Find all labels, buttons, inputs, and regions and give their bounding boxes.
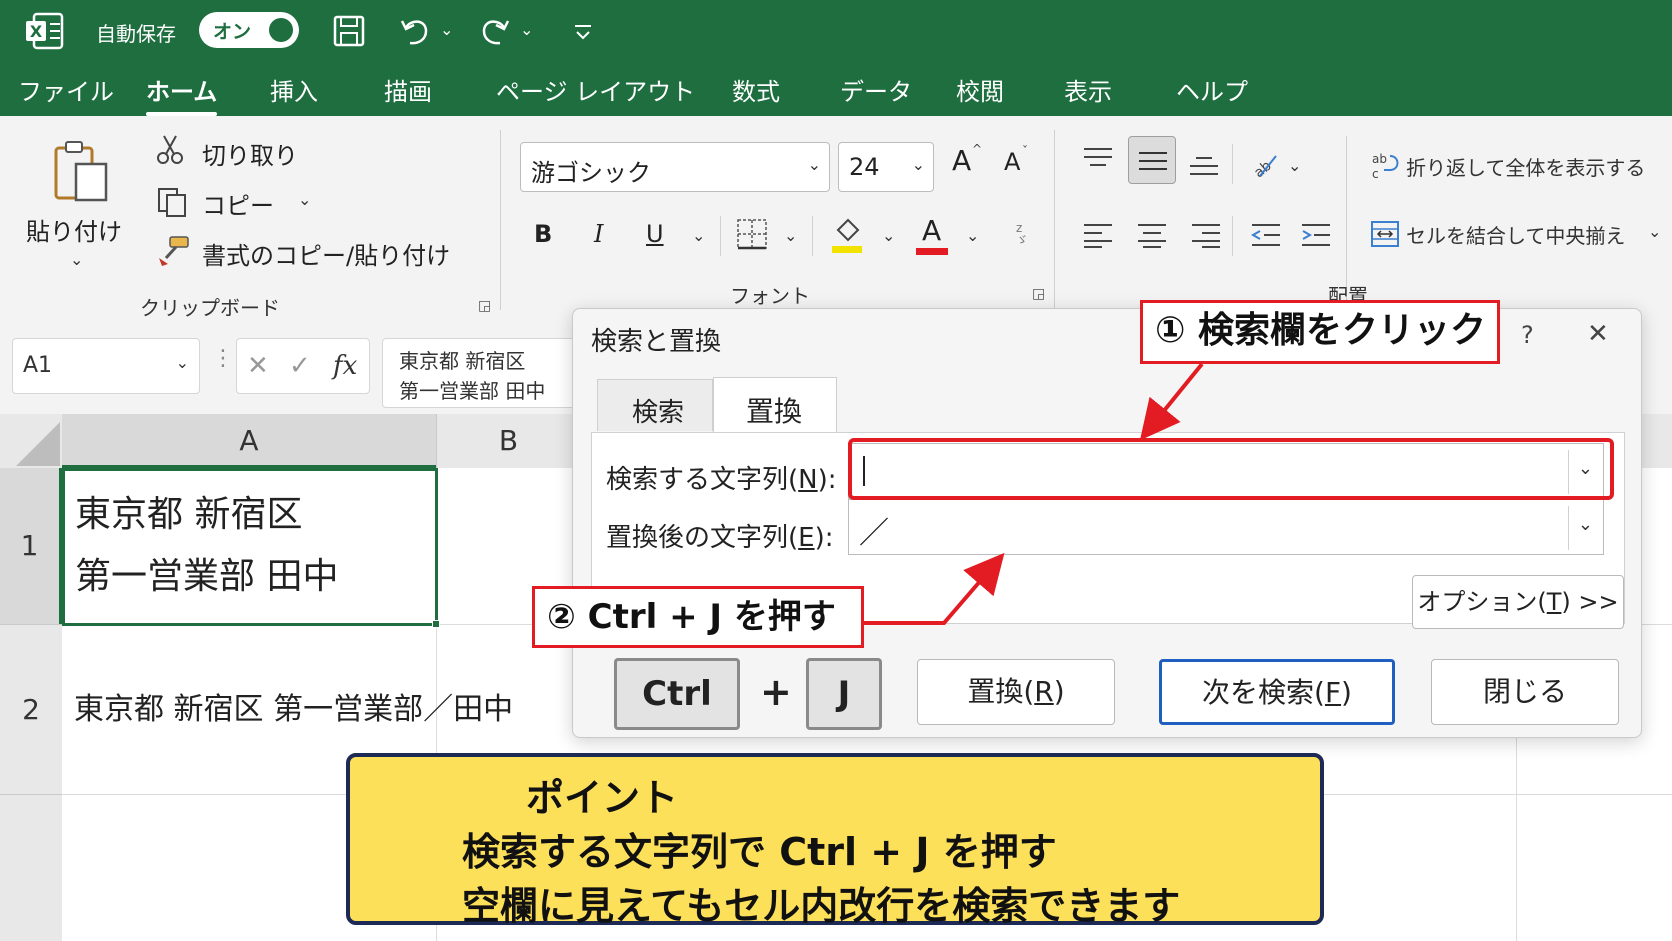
point-title: ポイント — [526, 776, 679, 820]
point-line-2: 空欄に見えてもセル内改行を検索できます — [462, 884, 1181, 928]
point-note-box: ポイント 検索する文字列で Ctrl + J を押す 空欄に見えてもセル内改行を… — [346, 753, 1324, 928]
step1-arrow — [1139, 362, 1204, 441]
point-line-1: 検索する文字列で Ctrl + J を押す — [462, 830, 1057, 874]
step2-arrow — [864, 552, 1005, 625]
